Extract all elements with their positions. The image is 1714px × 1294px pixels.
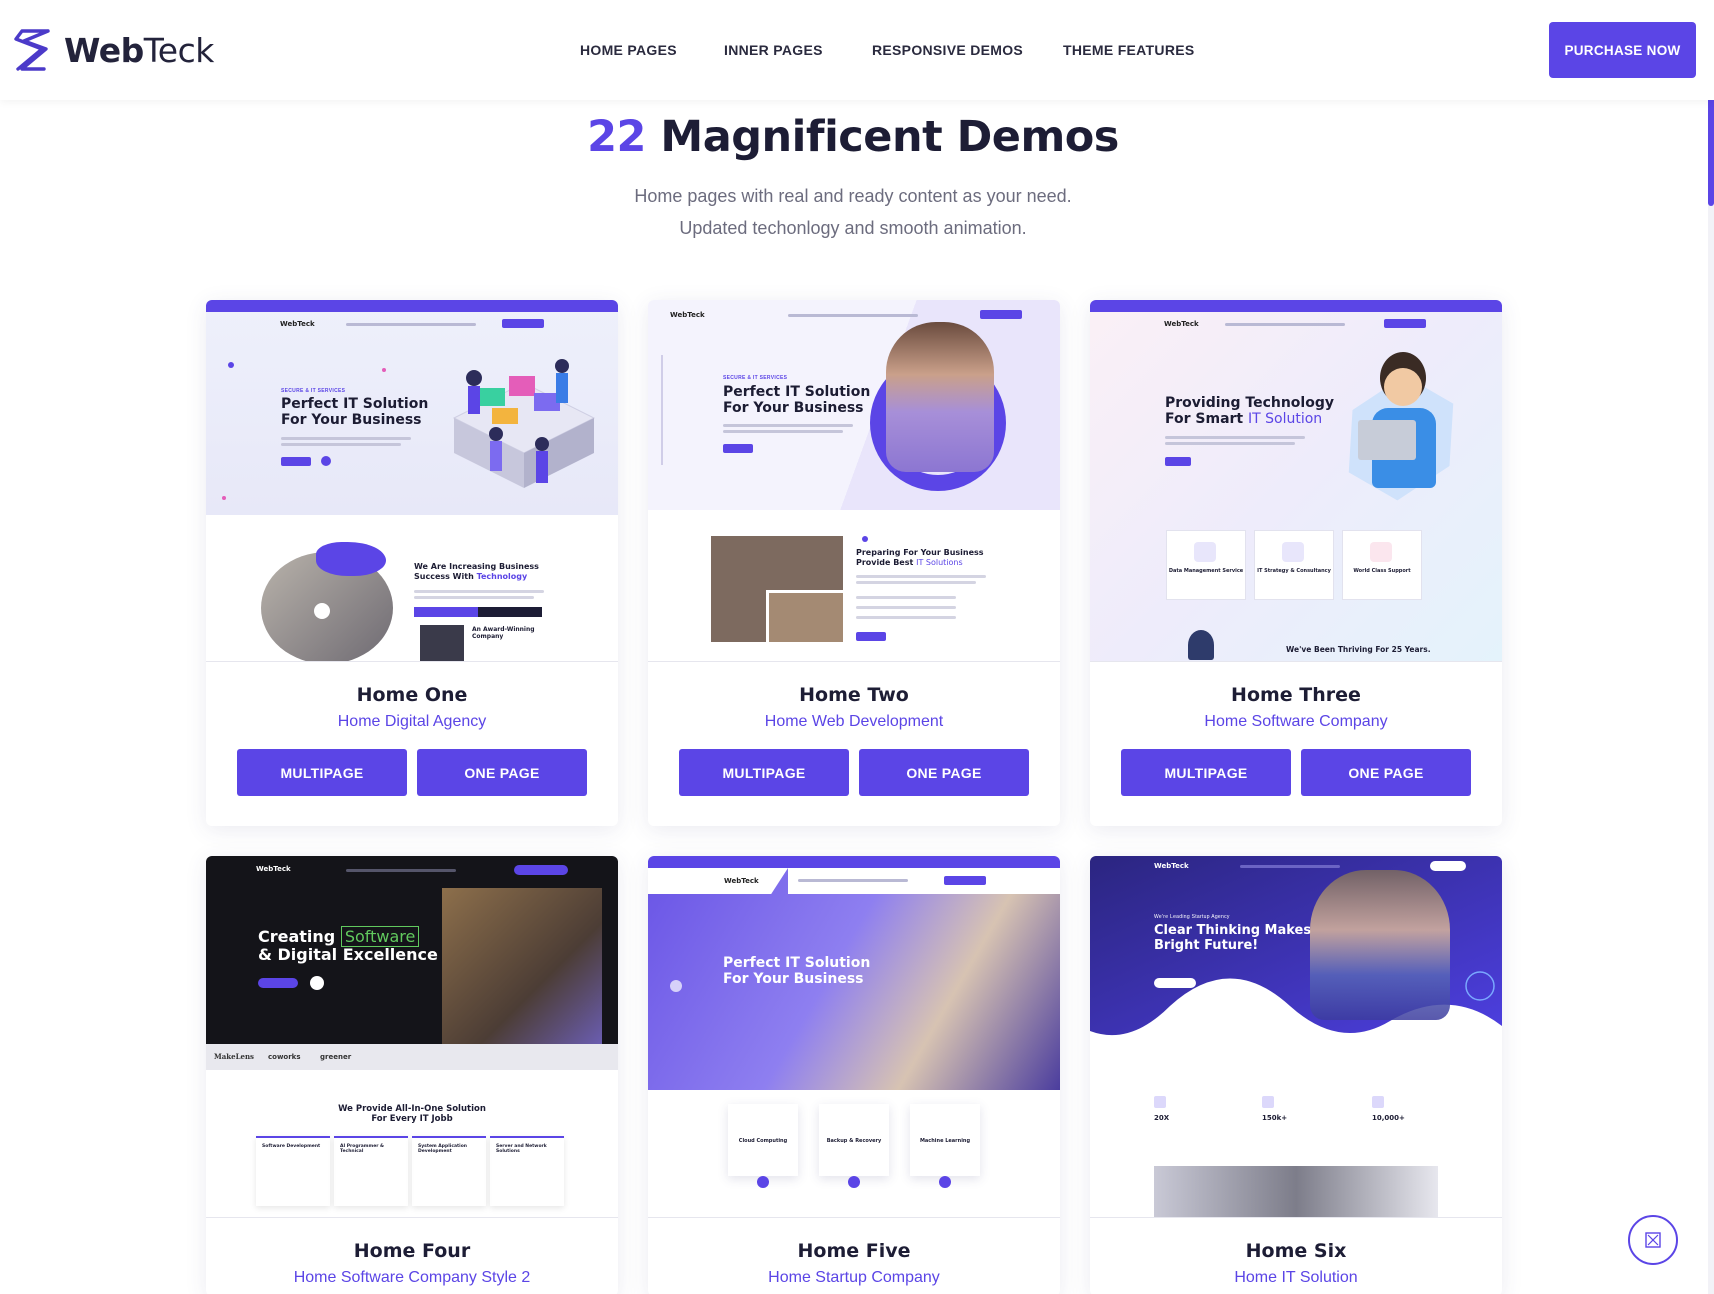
one-page-button[interactable]: ONE PAGE [859, 749, 1029, 796]
multipage-button[interactable]: MULTIPAGE [237, 749, 407, 796]
demo-preview-home-four[interactable]: WebTeck Creating Software & Digital Exce… [206, 856, 618, 1218]
demo-card-home-two: WebTeck SECURE & IT SERVICES Perfect IT … [648, 300, 1060, 826]
multipage-button[interactable]: MULTIPAGE [1121, 749, 1291, 796]
demo-preview-home-five[interactable]: WebTeck Perfect IT Solution For Your Bus… [648, 856, 1060, 1218]
section-title-text: Magnificent Demos [660, 112, 1119, 162]
demo-preview-home-two[interactable]: WebTeck SECURE & IT SERVICES Perfect IT … [648, 300, 1060, 662]
demo-subtitle[interactable]: Home Web Development [648, 713, 1060, 731]
floating-widget-button[interactable] [1628, 1215, 1678, 1265]
brand-logo[interactable]: WebTeck [12, 26, 214, 74]
demo-preview-home-six[interactable]: WebTeck We're Leading Startup Agency Cle… [1090, 856, 1502, 1218]
demo-subtitle[interactable]: Home Software Company Style 2 [206, 1269, 618, 1287]
multipage-button[interactable]: MULTIPAGE [679, 749, 849, 796]
nav-responsive-demos[interactable]: RESPONSIVE DEMOS [872, 38, 1023, 62]
scrollbar-track[interactable] [1708, 88, 1714, 1294]
demo-subtitle[interactable]: Home Digital Agency [206, 713, 618, 731]
subtitle-line-1: Home pages with real and ready content a… [634, 186, 1072, 206]
demo-subtitle[interactable]: Home Startup Company [648, 1269, 1060, 1287]
nav-inner-pages[interactable]: INNER PAGES [724, 38, 823, 62]
demo-count: 22 [587, 112, 646, 162]
one-page-button[interactable]: ONE PAGE [417, 749, 587, 796]
nav-home-pages[interactable]: HOME PAGES [580, 38, 677, 62]
brand-name: WebTeck [64, 30, 214, 70]
demo-preview-home-three[interactable]: WebTeck Providing Technology For Smart I… [1090, 300, 1502, 662]
section-subtitle: Home pages with real and ready content a… [0, 180, 1706, 244]
demo-card-home-four: WebTeck Creating Software & Digital Exce… [206, 856, 618, 1294]
demo-subtitle[interactable]: Home IT Solution [1090, 1269, 1502, 1287]
widget-icon [1645, 1232, 1661, 1248]
logo-mark-icon [14, 29, 50, 71]
demo-subtitle[interactable]: Home Software Company [1090, 713, 1502, 731]
demo-title: Home Four [353, 1240, 471, 1262]
demo-title: Home Three [1231, 684, 1361, 706]
demo-title: Home Five [797, 1240, 911, 1262]
demo-card-home-one: WebTeck SECURE & IT SERVICES Perfect IT … [206, 300, 618, 826]
demo-preview-home-one[interactable]: WebTeck SECURE & IT SERVICES Perfect IT … [206, 300, 618, 662]
demo-card-home-five: WebTeck Perfect IT Solution For Your Bus… [648, 856, 1060, 1294]
demo-card-home-three: WebTeck Providing Technology For Smart I… [1090, 300, 1502, 826]
purchase-now-button[interactable]: PURCHASE NOW [1549, 22, 1696, 78]
nav-theme-features[interactable]: THEME FEATURES [1063, 38, 1195, 62]
site-header: WebTeck HOME PAGES INNER PAGES RESPONSIV… [0, 0, 1714, 100]
subtitle-line-2: Updated techonlogy and smooth animation. [679, 218, 1027, 238]
demo-card-home-six: WebTeck We're Leading Startup Agency Cle… [1090, 856, 1502, 1294]
demo-title: Home Two [799, 684, 909, 706]
scrollbar-thumb[interactable] [1708, 88, 1714, 206]
demo-title: Home One [356, 684, 468, 706]
section-title: 22 Magnificent Demos [0, 112, 1706, 162]
one-page-button[interactable]: ONE PAGE [1301, 749, 1471, 796]
demo-title: Home Six [1245, 1240, 1347, 1262]
